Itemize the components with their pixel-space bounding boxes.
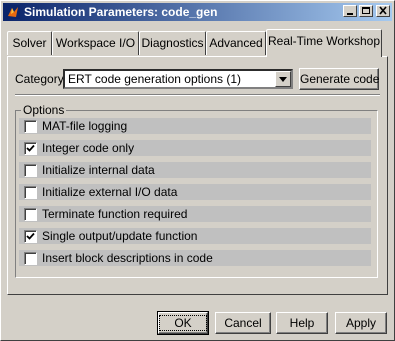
checkbox[interactable]: [24, 252, 37, 265]
option-label: Initialize internal data: [42, 163, 155, 177]
options-title: Options: [21, 103, 67, 117]
checkmark-icon: [26, 144, 35, 152]
tab-label: Real-Time Workshop: [267, 34, 381, 48]
checkbox[interactable]: [24, 164, 37, 177]
help-button[interactable]: Help: [276, 312, 328, 334]
apply-button[interactable]: Apply: [335, 312, 387, 334]
chevron-down-icon[interactable]: [275, 71, 291, 87]
tab-workspace-io[interactable]: Workspace I/O: [52, 31, 139, 55]
checkbox[interactable]: [24, 230, 37, 243]
ok-button[interactable]: OK: [157, 311, 209, 335]
option-label: Initialize external I/O data: [42, 185, 178, 199]
option-label: Single output/update function: [42, 229, 198, 243]
option-row[interactable]: Integer code only: [19, 140, 371, 156]
maximize-button[interactable]: [359, 5, 373, 17]
checkbox[interactable]: [24, 208, 37, 221]
option-label: Integer code only: [42, 141, 135, 155]
option-row[interactable]: MAT-file logging: [19, 118, 371, 134]
checkmark-icon: [26, 232, 35, 240]
simulation-parameters-window: Simulation Parameters: code_gen Solver W…: [0, 0, 395, 341]
option-row[interactable]: Initialize external I/O data: [19, 184, 371, 200]
category-select[interactable]: ERT code generation options (1): [63, 69, 293, 89]
checkbox[interactable]: [24, 120, 37, 133]
generate-code-button[interactable]: Generate code: [299, 68, 379, 90]
option-label: Terminate function required: [42, 207, 188, 221]
tab-advanced[interactable]: Advanced: [206, 31, 266, 55]
category-label: Category:: [15, 72, 68, 86]
minimize-button[interactable]: [343, 5, 357, 17]
matlab-icon: [6, 5, 20, 19]
cancel-button[interactable]: Cancel: [215, 312, 271, 334]
option-row[interactable]: Terminate function required: [19, 206, 371, 222]
tab-real-time-workshop[interactable]: Real-Time Workshop: [266, 29, 382, 57]
tab-label: Workspace I/O: [55, 36, 136, 50]
option-row[interactable]: Initialize internal data: [19, 162, 371, 178]
maximize-icon: [362, 7, 370, 14]
title-bar[interactable]: Simulation Parameters: code_gen: [3, 3, 392, 21]
category-value: ERT code generation options (1): [68, 72, 241, 86]
close-button[interactable]: [376, 5, 390, 17]
window-title: Simulation Parameters: code_gen: [24, 5, 218, 19]
option-label: MAT-file logging: [42, 119, 128, 133]
tab-label: Solver: [12, 36, 47, 50]
checkbox[interactable]: [24, 142, 37, 155]
option-row[interactable]: Single output/update function: [19, 228, 371, 244]
checkbox[interactable]: [24, 186, 37, 199]
tab-diagnostics[interactable]: Diagnostics: [139, 31, 206, 55]
close-icon: [379, 6, 387, 15]
tab-label: Advanced: [209, 36, 263, 50]
option-label: Insert block descriptions in code: [42, 251, 213, 265]
divider: [15, 94, 380, 96]
option-row[interactable]: Insert block descriptions in code: [19, 250, 371, 266]
minimize-icon: [347, 13, 353, 15]
tab-solver[interactable]: Solver: [7, 31, 52, 55]
tab-label: Diagnostics: [141, 36, 204, 50]
ok-label: OK: [159, 315, 207, 331]
